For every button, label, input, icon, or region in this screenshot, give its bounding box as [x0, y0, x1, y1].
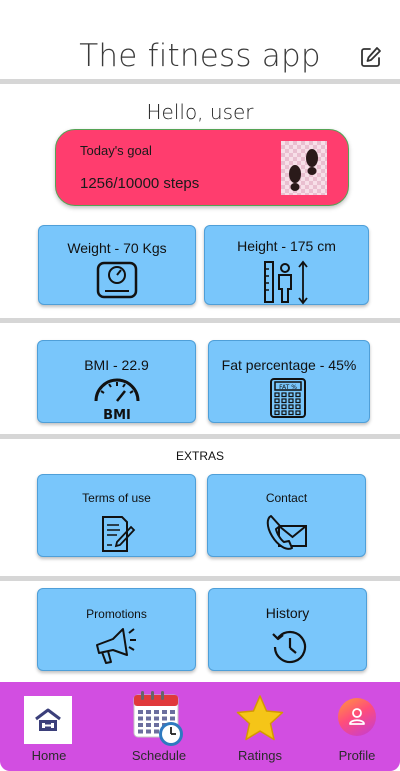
- weight-tile[interactable]: Weight - 70 Kgs: [38, 225, 196, 305]
- nav-home[interactable]: Home: [24, 682, 74, 771]
- history-tile[interactable]: History: [208, 588, 367, 671]
- height-tile[interactable]: Height - 175 cm: [204, 225, 369, 305]
- divider: [0, 576, 400, 581]
- divider: [0, 318, 400, 323]
- goal-label: Today's goal: [80, 143, 152, 158]
- nav-profile-label: Profile: [338, 748, 376, 763]
- nav-schedule[interactable]: Schedule: [124, 682, 194, 771]
- nav-ratings-label: Ratings: [237, 748, 283, 763]
- bmi-gauge-icon: BMI: [94, 378, 140, 421]
- divider: [0, 434, 400, 439]
- height-label: Height - 175 cm: [237, 238, 336, 254]
- star-icon: [236, 695, 284, 741]
- divider: [0, 79, 400, 84]
- home-icon: [24, 696, 72, 744]
- megaphone-icon: [96, 628, 136, 664]
- contact-label: Contact: [265, 491, 308, 505]
- nav-schedule-label: Schedule: [131, 748, 187, 763]
- goal-card[interactable]: Today's goal 1256/10000 steps: [55, 129, 349, 206]
- promotions-label: Promotions: [86, 607, 147, 621]
- bmi-label: BMI - 22.9: [84, 357, 149, 373]
- document-pen-icon: [102, 516, 136, 552]
- page-title: The fitness app: [79, 38, 321, 74]
- profile-icon: [338, 698, 376, 736]
- weight-label: Weight - 70 Kgs: [67, 240, 167, 256]
- edit-button[interactable]: [360, 46, 382, 68]
- history-clock-icon: [272, 630, 307, 664]
- goal-steps: 1256/10000 steps: [80, 175, 200, 192]
- fat-label: Fat percentage - 45%: [221, 357, 357, 373]
- fat-icon-text: FAT %: [279, 384, 297, 391]
- bottom-nav: Home Schedule Ratings Profile: [0, 682, 400, 771]
- promotions-tile[interactable]: Promotions: [37, 588, 196, 671]
- contact-tile[interactable]: Contact: [207, 474, 366, 557]
- fat-calculator-icon: FAT %: [270, 378, 306, 418]
- weighing-scale-icon: [96, 261, 138, 299]
- terms-tile[interactable]: Terms of use: [37, 474, 196, 557]
- calendar-clock-icon: [133, 691, 183, 746]
- extras-heading: EXTRAS: [175, 449, 224, 463]
- phone-envelope-icon: [266, 515, 307, 550]
- greeting: Hello, user: [146, 100, 254, 124]
- nav-ratings[interactable]: Ratings: [225, 682, 295, 771]
- fat-tile[interactable]: Fat percentage - 45% FAT %: [208, 340, 370, 423]
- terms-label: Terms of use: [82, 491, 151, 505]
- history-label: History: [265, 605, 310, 621]
- nav-home-label: Home: [31, 748, 67, 763]
- height-measure-icon: [264, 260, 308, 305]
- bmi-icon-text: BMI: [103, 408, 131, 421]
- edit-icon: [361, 47, 381, 67]
- nav-profile[interactable]: Profile: [322, 682, 392, 771]
- footprints-icon: [281, 141, 327, 195]
- bmi-tile[interactable]: BMI - 22.9 BMI: [37, 340, 196, 423]
